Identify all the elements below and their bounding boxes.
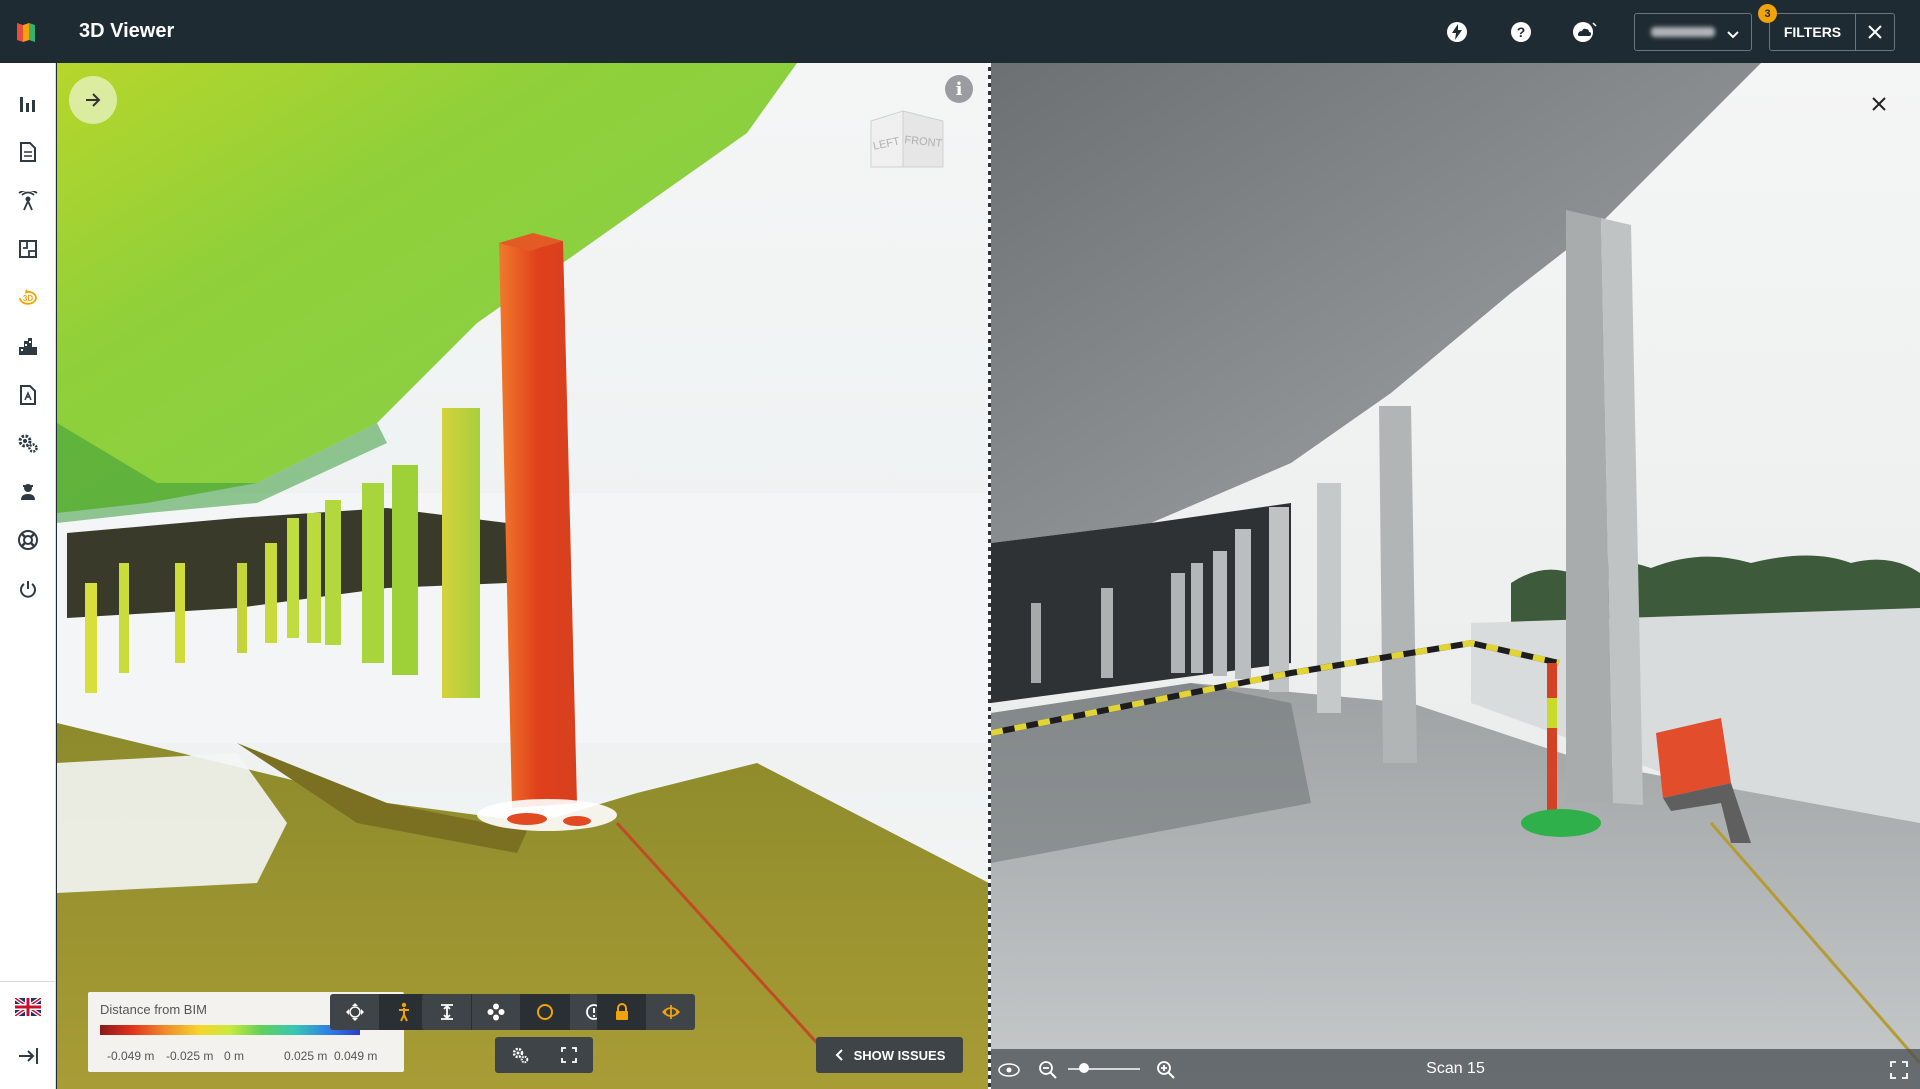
project-name-redacted: [1651, 27, 1715, 37]
split-arrows-icon: [661, 1005, 680, 1019]
power-icon: [20, 581, 36, 598]
lightning-icon[interactable]: [1444, 19, 1470, 45]
split-view-button[interactable]: [646, 994, 695, 1030]
sidebar-item-logout[interactable]: [14, 575, 42, 603]
sidebar-item-scans[interactable]: [14, 187, 42, 215]
top-bar: 3D Viewer ? FILTERS 3: [0, 0, 1920, 63]
walk-mode-button[interactable]: [379, 994, 428, 1030]
scanner-icon: [18, 191, 38, 211]
user-icon: [21, 484, 35, 500]
sidebar-item-users[interactable]: [14, 478, 42, 506]
pdf-icon: [20, 385, 36, 405]
height-measure-icon: [440, 1004, 453, 1020]
collapse-sidebar-icon: [19, 1048, 38, 1064]
filters-button[interactable]: FILTERS: [1770, 14, 1856, 50]
height-measure-button[interactable]: [422, 994, 471, 1030]
view-cube[interactable]: LEFT FRONT: [867, 109, 947, 175]
photo-footer: Scan 15: [991, 1049, 1920, 1089]
building-icon: [19, 338, 37, 355]
collapse-sidebar-button[interactable]: [14, 1042, 42, 1070]
orbit-mode-button[interactable]: [330, 994, 379, 1030]
panorama-photo-viewer[interactable]: Scan 15: [991, 63, 1920, 1089]
legend-color-scale: [100, 1025, 360, 1035]
scan-label: Scan 15: [1426, 1060, 1485, 1077]
sidebar-item-3d-viewer[interactable]: 3D: [14, 284, 42, 312]
lock-button[interactable]: [597, 994, 646, 1030]
fullscreen-button[interactable]: [544, 1037, 593, 1073]
legend-tick: 0.049 m: [334, 1049, 378, 1063]
points-icon: [487, 1003, 505, 1021]
circle-tool-button[interactable]: [520, 994, 569, 1030]
svg-text:3D: 3D: [23, 294, 33, 303]
legend-tick: -0.049 m: [107, 1049, 155, 1063]
close-icon: [1872, 97, 1886, 111]
show-issues-label: SHOW ISSUES: [853, 1047, 946, 1063]
sidebar-divider: [0, 981, 56, 982]
help-icon[interactable]: ?: [1508, 19, 1534, 45]
point-cloud-viewer[interactable]: i LEFT FRONT Distance from BIM -0.049 m …: [57, 63, 989, 1089]
clear-filters-close-icon[interactable]: [1856, 14, 1894, 50]
document-icon: [20, 142, 36, 162]
svg-text:?: ?: [1517, 24, 1526, 40]
sidebar-item-support[interactable]: [14, 526, 42, 554]
legend-tick: 0 m: [224, 1049, 245, 1063]
legend-title: Distance from BIM: [100, 1002, 207, 1017]
fullscreen-icon: [560, 1047, 577, 1063]
point-cloud-scene: [57, 63, 989, 1089]
chevron-left-icon: [835, 1049, 843, 1061]
lock-icon: [615, 1003, 628, 1020]
sidebar-item-settings[interactable]: [14, 429, 42, 457]
settings-icon: [18, 434, 38, 453]
navigation-mode-toolbar: [330, 994, 428, 1030]
circle-icon: [537, 1004, 553, 1020]
walk-person-icon: [398, 1002, 409, 1022]
show-issues-button[interactable]: SHOW ISSUES: [816, 1037, 963, 1073]
settings-gears-icon: [512, 1047, 528, 1064]
panorama-photo: [991, 63, 1920, 1089]
close-photo-button[interactable]: [1867, 92, 1891, 116]
sidebar-item-reports[interactable]: [14, 138, 42, 166]
app-title: 3D Viewer: [79, 20, 175, 42]
sidebar-item-documents[interactable]: [14, 381, 42, 409]
forward-arrow-button[interactable]: [69, 76, 117, 124]
arrow-right-icon: [86, 93, 101, 107]
3d-rotate-icon: 3D: [19, 289, 37, 305]
info-icon[interactable]: i: [945, 75, 973, 103]
sidebar-item-buildings[interactable]: [14, 332, 42, 360]
language-selector[interactable]: [14, 993, 42, 1021]
lock-toolbar: [597, 994, 695, 1030]
legend-tick: -0.025 m: [166, 1049, 214, 1063]
photo-fullscreen-icon[interactable]: [1887, 1058, 1911, 1082]
filters-count-badge: 3: [1758, 4, 1777, 23]
cloud-sync-icon[interactable]: [1572, 19, 1598, 45]
viewer-settings-button[interactable]: [495, 1037, 544, 1073]
floorplan-icon: [19, 240, 37, 258]
project-select[interactable]: [1634, 13, 1752, 51]
filters-button-group: FILTERS: [1769, 13, 1895, 51]
measure-toolbar: [422, 994, 618, 1030]
sidebar-item-dashboard[interactable]: [14, 90, 42, 118]
legend-tick: 0.025 m: [284, 1049, 328, 1063]
legend-ticks: -0.049 m -0.025 m 0 m 0.025 m 0.049 m: [100, 1049, 400, 1063]
move-arrows-icon: [345, 1003, 364, 1021]
settings-toolbar: [495, 1037, 593, 1073]
chevron-down-icon: [1727, 27, 1739, 45]
uk-flag-icon: [15, 998, 41, 1016]
app-logo-icon[interactable]: [15, 20, 39, 44]
sidebar-item-floorplan[interactable]: [14, 235, 42, 263]
sidebar: 3D: [0, 63, 56, 1089]
points-button[interactable]: [471, 994, 520, 1030]
bar-chart-icon: [20, 97, 35, 112]
support-icon: [18, 530, 38, 550]
